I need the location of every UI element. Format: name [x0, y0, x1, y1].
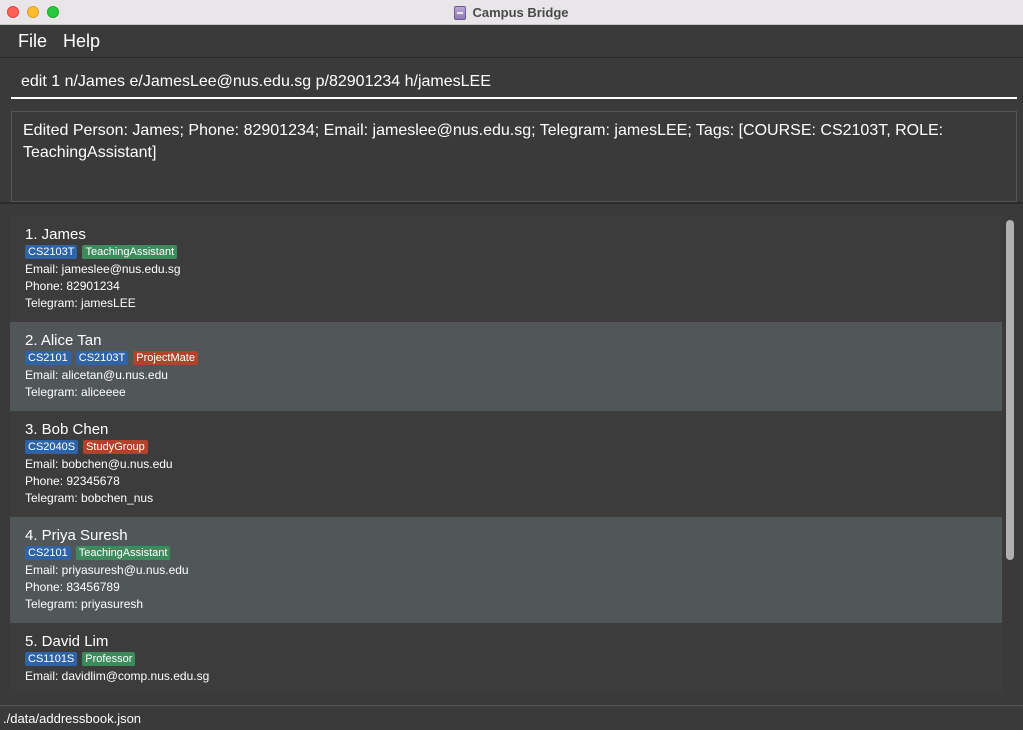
person-email: Email: davidlim@comp.nus.edu.sg [25, 669, 210, 683]
person-name: 1. James [25, 226, 86, 243]
person-tags: CS2040S StudyGroup [25, 440, 987, 454]
person-phone: Phone: 92345678 [25, 474, 120, 488]
person-name: 3. Bob Chen [25, 421, 109, 438]
status-bar: ./data/addressbook.json [0, 705, 1023, 730]
tag-course: CS2101 [25, 546, 71, 560]
person-email: Email: jameslee@nus.edu.sg [25, 262, 181, 276]
person-name: 2. Alice Tan [25, 332, 102, 349]
person-phone: Phone: 82901234 [25, 279, 120, 293]
person-name: 5. David Lim [25, 633, 109, 650]
person-card[interactable]: 5. David Lim CS1101S Professor Email: david… [10, 623, 1002, 694]
menu-file[interactable]: File [10, 31, 55, 52]
tag-course: CS2101 [25, 351, 71, 365]
person-tags: CS2101 TeachingAssistant [25, 546, 987, 560]
tag-course: CS2040S [25, 440, 79, 454]
window-titlebar: Campus Bridge [0, 0, 1023, 25]
tag-role: Professor [82, 652, 136, 666]
menu-bar: File Help [0, 26, 1023, 58]
window-title-group: Campus Bridge [0, 0, 1023, 25]
person-list-panel: 1. James CS2103T TeachingAssistant Email: j… [0, 206, 1023, 703]
person-telegram: Telegram: priyasuresh [25, 597, 144, 611]
person-telegram: Telegram: bobchen_nus [25, 491, 154, 505]
tag-course: CS2103T [25, 245, 78, 259]
tag-other: ProjectMate [133, 351, 198, 365]
person-card[interactable]: 1. James CS2103T TeachingAssistant Email: j… [10, 216, 1002, 322]
menu-help[interactable]: Help [55, 31, 108, 52]
person-card[interactable]: 4. Priya Suresh CS2101 TeachingAssistant Em… [10, 517, 1002, 623]
command-input[interactable] [11, 67, 1017, 99]
tag-other: StudyGroup [83, 440, 148, 454]
tag-course: CS1101S [25, 652, 78, 666]
person-card[interactable]: 2. Alice Tan CS2101 CS2103T ProjectMate Emai… [10, 322, 1002, 411]
person-email: Email: bobchen@u.nus.edu [25, 457, 173, 471]
person-tags: CS1101S Professor [25, 652, 987, 666]
person-telegram: Telegram: aliceeee [25, 385, 126, 399]
save-location: ./data/addressbook.json [3, 710, 142, 726]
person-tags: CS2101 CS2103T ProjectMate [25, 351, 987, 365]
window-title: Campus Bridge [472, 5, 569, 20]
person-card[interactable]: 3. Bob Chen CS2040S StudyGroup Email: bobch… [10, 411, 1002, 517]
tag-role: TeachingAssistant [75, 546, 171, 560]
person-email: Email: priyasuresh@u.nus.edu [25, 563, 189, 577]
person-tags: CS2103T TeachingAssistant [25, 245, 987, 259]
person-email: Email: alicetan@u.nus.edu [25, 368, 168, 382]
person-list-scrollbar[interactable] [1004, 216, 1016, 694]
tag-role: TeachingAssistant [82, 245, 178, 259]
scrollbar-thumb[interactable] [1006, 220, 1014, 560]
person-telegram: Telegram: jamesLEE [25, 296, 136, 310]
person-name: 4. Priya Suresh [25, 527, 128, 544]
person-phone: Phone: 83456789 [25, 580, 120, 594]
person-list[interactable]: 1. James CS2103T TeachingAssistant Email: j… [10, 216, 1002, 694]
tag-course: CS2103T [75, 351, 129, 365]
result-display-area: Edited Person: James; Phone: 82901234; E… [0, 104, 1023, 204]
app-icon [454, 5, 467, 20]
command-box-area [0, 59, 1023, 104]
result-display[interactable]: Edited Person: James; Phone: 82901234; E… [11, 111, 1017, 202]
